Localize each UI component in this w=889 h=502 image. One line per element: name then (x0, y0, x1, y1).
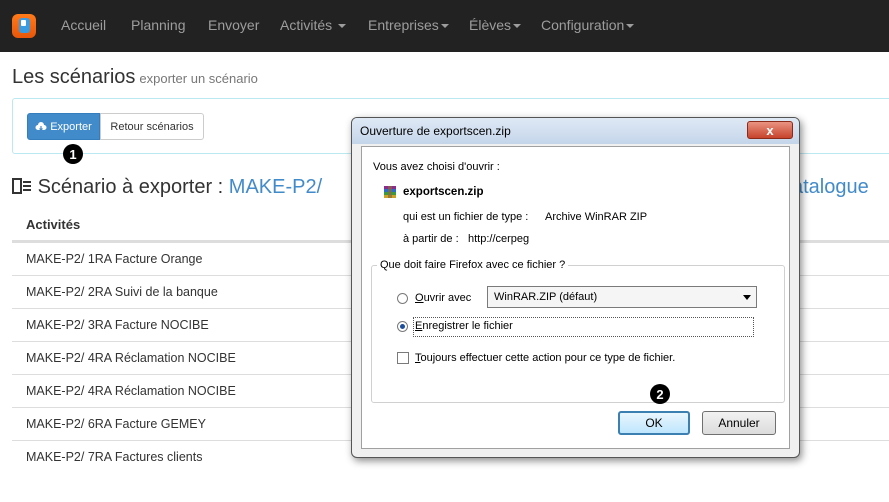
dialog-intro: Vous avez choisi d'ouvrir : (373, 161, 500, 173)
chevron-down-icon (513, 24, 522, 29)
dialog-filename: exportscen.zip (403, 186, 484, 198)
heading-prefix: Scénario à exporter : (37, 176, 224, 198)
back-to-scenarios-button[interactable]: Retour scénarios (100, 113, 204, 140)
file-type-value: Archive WinRAR ZIP (545, 211, 648, 223)
nav-eleves-label: Élèves (469, 17, 512, 33)
nav-configuration[interactable]: Configuration (541, 17, 635, 33)
nav-planning[interactable]: Planning (131, 17, 186, 33)
nav-entreprises-label: Entreprises (368, 17, 439, 33)
scenario-link[interactable]: MAKE-P2/ (229, 176, 322, 198)
save-file-radio[interactable] (397, 321, 408, 332)
file-source-value: http://cerpeg (468, 233, 530, 245)
always-do-checkbox[interactable] (397, 352, 409, 364)
list-icon (12, 178, 31, 194)
app-select[interactable]: WinRAR.ZIP (défaut) (487, 286, 757, 308)
export-button[interactable]: Exporter (27, 113, 100, 140)
ok-button[interactable]: OK (618, 411, 690, 435)
cancel-button-label: Annuler (718, 416, 760, 430)
navbar: Accueil Planning Envoyer Activités Entre… (0, 0, 889, 52)
cloud-download-icon (35, 121, 47, 131)
ok-button-label: OK (645, 416, 663, 430)
file-source-label: à partir de : (403, 233, 459, 245)
page-title: Les scénarios exporter un scénario (12, 66, 258, 89)
chevron-down-icon (626, 24, 635, 29)
chevron-down-icon (743, 295, 751, 300)
download-dialog: Ouverture de exportscen.zip x Vous avez … (351, 117, 800, 458)
nav-activites[interactable]: Activités (280, 17, 347, 33)
heading-link-right[interactable]: atalogue (792, 176, 869, 199)
dialog-title: Ouverture de exportscen.zip (360, 124, 511, 138)
save-file-label[interactable]: Enregistrer le fichier (415, 320, 513, 332)
page-title-text: Les scénarios (12, 66, 136, 88)
winrar-file-icon (384, 186, 396, 198)
chevron-down-icon (440, 24, 449, 29)
open-with-access-key: O (415, 292, 424, 304)
file-type-label: qui est un fichier de type : (403, 211, 529, 223)
open-with-label-rest: uvrir avec (423, 292, 472, 304)
step-badge-2: 2 (650, 384, 670, 404)
nav-envoyer[interactable]: Envoyer (208, 17, 259, 33)
export-heading: Scénario à exporter : MAKE-P2/ (12, 176, 322, 199)
close-icon[interactable]: x (747, 121, 793, 139)
nav-activites-label: Activités (280, 17, 333, 33)
open-with-radio[interactable] (397, 293, 408, 304)
cancel-button[interactable]: Annuler (702, 411, 776, 435)
nav-eleves[interactable]: Élèves (469, 17, 522, 33)
nav-configuration-label: Configuration (541, 17, 625, 33)
app-logo[interactable] (12, 14, 36, 38)
step-badge-1: 1 (63, 144, 83, 164)
back-button-label: Retour scénarios (110, 120, 194, 133)
dialog-titlebar[interactable]: Ouverture de exportscen.zip x (352, 118, 799, 144)
always-do-label-rest: oujours effectuer cette action pour ce t… (420, 352, 676, 364)
always-do-label[interactable]: Toujours effectuer cette action pour ce … (415, 352, 675, 364)
chevron-down-icon (338, 24, 347, 29)
action-question: Que doit faire Firefox avec ce fichier ? (377, 259, 569, 271)
export-button-label: Exporter (50, 120, 92, 133)
app-select-value: WinRAR.ZIP (défaut) (494, 291, 598, 303)
nav-entreprises[interactable]: Entreprises (368, 17, 449, 33)
save-file-label-rest: nregistrer le fichier (422, 320, 513, 332)
open-with-label[interactable]: Ouvrir avec (415, 292, 471, 304)
page-subtitle: exporter un scénario (139, 71, 258, 86)
nav-accueil[interactable]: Accueil (61, 17, 106, 33)
